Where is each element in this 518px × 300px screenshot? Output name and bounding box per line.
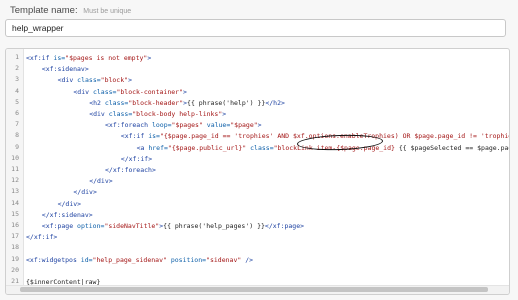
code-token: /> [241,255,254,264]
code-token: class= [77,76,101,85]
code-token: </div> [57,199,82,208]
code-token: <h2 [89,98,105,107]
code-token: > [147,54,152,62]
code-token: </div> [73,188,97,197]
code-token: "block-container" [116,87,183,96]
code-token: </h2> [265,98,285,107]
line-number: 14 [11,198,19,207]
code-token: "$page" [230,121,258,130]
line-number: 16 [11,221,19,229]
line-number: 20 [11,265,19,274]
code-token: "$pages is not empty" [65,54,148,62]
code-token: <div [89,110,109,118]
code-token: class= [104,98,129,107]
code-line: <xf:widgetpos id="help_page_sidenav" pos… [26,255,253,265]
code-token: > [182,87,187,96]
code-token: <xf:sidenav> [41,65,89,74]
code-token: <a [136,143,149,152]
code-token: "help_page_sidenav" [92,255,167,264]
code-line: </xf:if> [121,154,152,164]
code-token: "block" [100,76,129,85]
code-token: </div> [89,177,113,186]
code-token: <xf:foreach [105,121,152,130]
code-line: <div class="block-container"> [73,87,187,97]
code-token: <div [57,76,78,85]
line-number: 10 [11,153,19,162]
line-number: 2 [15,64,19,73]
code-token: <xf:if [26,54,54,62]
line-number: 11 [11,165,19,173]
code-token: > [222,110,227,118]
code-line: </div> [73,187,96,197]
line-number: 6 [15,109,19,117]
scrollbar-thumb[interactable] [20,287,488,292]
line-number: 12 [11,176,19,185]
code-line: <div class="block"> [58,75,132,85]
template-name-input[interactable]: help_wrapper [5,19,506,37]
code-token: href= [148,143,168,152]
code-token: id= [80,255,93,264]
code-line: </xf:foreach> [105,165,156,175]
code-line: </div> [89,176,112,186]
code-token: "sideNavTitle" [104,222,160,230]
code-line: <xf:foreach loop="$pages" value="$page"> [105,120,262,130]
code-token: {{ $pageSelected == $page.page_id [398,143,509,152]
line-number: 21 [11,277,19,285]
code-token: <xf:page [41,222,78,230]
code-token: <div [73,87,93,96]
line-number: 7 [15,120,19,129]
code-token: class= [250,143,274,152]
code-token: option= [77,222,105,230]
code-token: > [128,76,132,85]
code-token: "block-header" [128,98,184,107]
code-line: <xf:if is="$pages is not empty"> [26,53,151,63]
code-token: </xf:page> [264,222,305,230]
template-name-hint: Must be unique [83,8,132,15]
code-token: "$pages" [171,121,203,130]
code-area[interactable]: <xf:if is="$pages is not empty"> <xf:side… [26,49,509,287]
line-number: 19 [11,254,19,263]
code-token: "block-body help-links" [132,110,223,118]
template-name-label: Template name: [10,5,78,16]
code-token: "sidenav" [206,255,242,264]
code-line: </xf:if> [26,232,57,242]
line-number: 15 [11,209,19,218]
code-line: <xf:page option="sideNavTitle">{{ phrase… [42,221,304,231]
line-number: 18 [11,243,19,252]
line-number: 13 [11,187,19,196]
code-token: {{ phrase('help') }} [187,98,266,107]
code-token: is= [53,54,66,62]
code-line: <xf:sidenav> [42,64,89,74]
line-number: 8 [15,131,19,140]
line-number: 17 [11,232,19,241]
line-number-gutter: 1 2 3 4 5 6 7 8 9 10 11 12 13 14 15 16 17 18 19 20 21 [6,49,24,287]
code-token: </xf:foreach> [105,166,156,174]
code-token: {{ phrase('help_pages') }} [163,222,265,230]
template-name-label-row: Template name: Must be unique [10,5,131,16]
code-token: class= [108,110,133,118]
code-token: is= [148,132,160,141]
code-token: > [257,121,262,130]
code-token: </xf:sidenav> [41,210,93,219]
code-token: class= [92,87,117,96]
line-number: 3 [15,75,19,84]
code-line: </xf:sidenav> [42,210,93,220]
code-token: <xf:if [120,132,149,141]
code-token: </xf:if> [26,233,58,242]
code-line: <h2 class="block-header">{{ phrase('help… [89,98,285,108]
code-line: </div> [58,199,81,209]
line-number: 1 [15,53,19,61]
horizontal-scrollbar[interactable] [6,285,509,294]
line-number: 5 [15,97,19,106]
code-token: <xf:widgetpos [26,255,81,264]
code-editor[interactable]: 1 2 3 4 5 6 7 8 9 10 11 12 13 14 15 16 17 18 19 20 21 <xf:if… [5,48,510,295]
line-number: 9 [15,142,19,151]
code-token: </xf:if> [120,154,153,163]
code-token: position= [170,255,207,264]
code-line: <div class="block-body help-links"> [89,109,226,119]
line-number: 4 [15,86,19,95]
code-token: "{$page.public_url}" [167,143,247,152]
code-token: loop= [151,121,172,130]
code-token: value= [206,121,231,130]
